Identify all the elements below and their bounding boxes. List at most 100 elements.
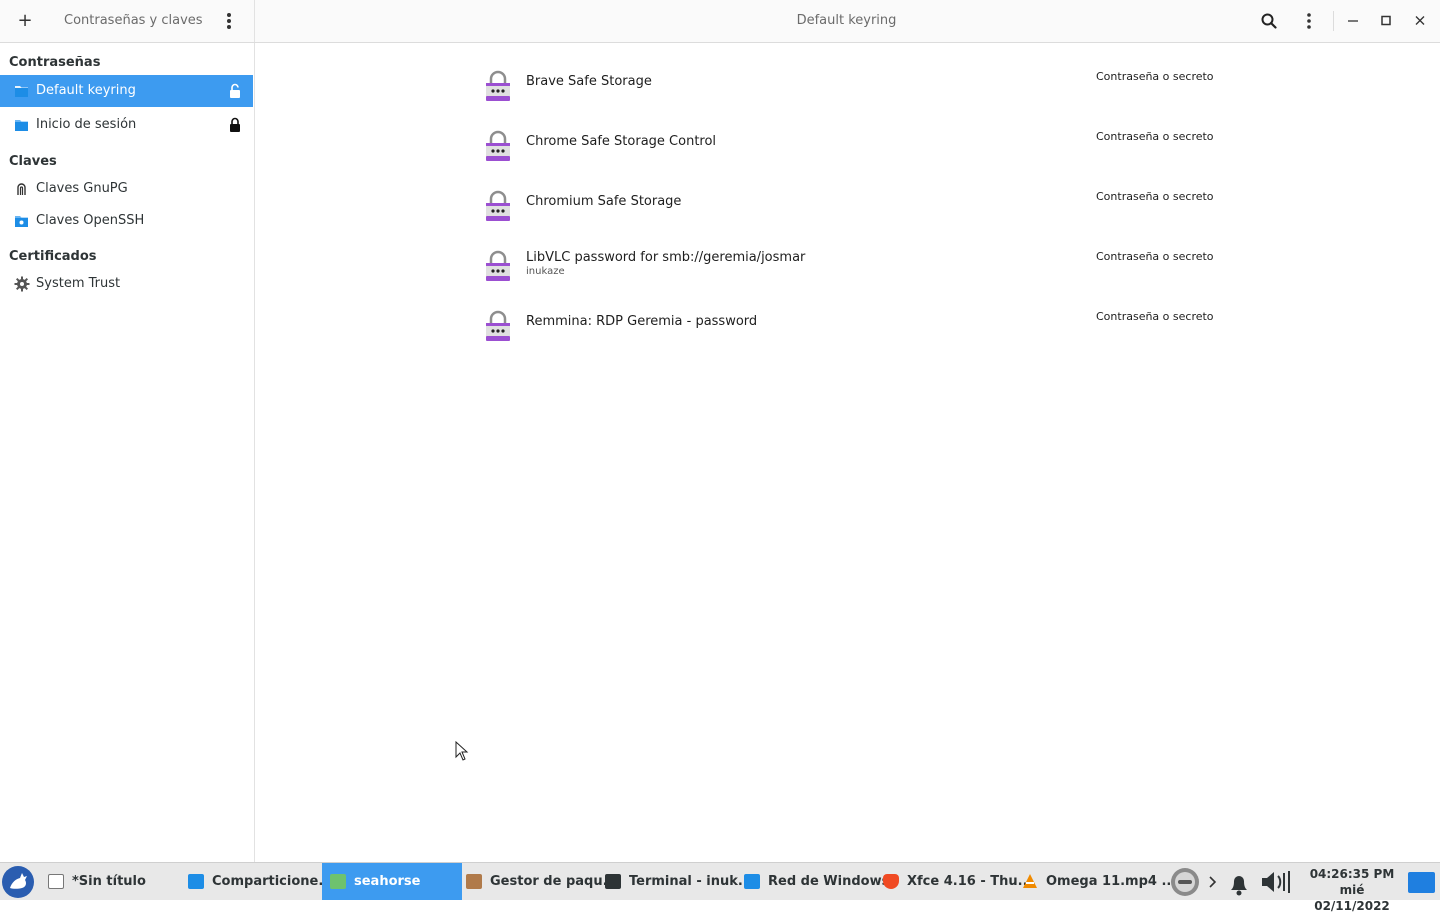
volume-icon xyxy=(1262,871,1290,893)
close-icon xyxy=(1415,16,1425,25)
terminal-icon xyxy=(605,874,621,889)
app-title: Contraseñas y claves xyxy=(64,13,203,28)
sidebar-item-openssh[interactable]: Claves OpenSSH xyxy=(0,205,253,237)
list-item-libvlc[interactable]: LibVLC password for smb://geremia/josmar… xyxy=(482,243,1222,303)
folder-icon xyxy=(15,86,28,97)
close-button[interactable] xyxy=(1405,6,1435,36)
list-item-brave[interactable]: Brave Safe Storage Contraseña o secreto xyxy=(482,63,1222,123)
folder-icon xyxy=(15,120,28,131)
network-folder-icon xyxy=(744,874,760,889)
unlocked-icon xyxy=(230,83,240,98)
tray-avatar[interactable] xyxy=(1168,863,1202,900)
sidebar: Contraseñas Default keyring Inicio de se… xyxy=(0,43,255,862)
kebab-menu-icon xyxy=(227,13,231,29)
password-lock-icon xyxy=(486,190,510,221)
task-comparticiones[interactable]: Comparticione... xyxy=(180,863,333,900)
tray-notifications[interactable] xyxy=(1222,863,1256,900)
entry-name: Chrome Safe Storage Control xyxy=(526,134,717,149)
task-label: Omega 11.mp4 ... xyxy=(1046,874,1177,889)
sidebar-item-system-trust[interactable]: System Trust xyxy=(0,268,253,300)
show-desktop-button[interactable] xyxy=(1408,872,1435,893)
section-title-certificates: Certificados xyxy=(9,249,97,264)
mouse-pointer-icon xyxy=(455,741,469,761)
bell-icon xyxy=(1231,876,1247,896)
minimize-button[interactable] xyxy=(1338,6,1368,36)
entry-kind: Contraseña o secreto xyxy=(1096,250,1214,263)
seahorse-icon xyxy=(330,874,346,889)
entry-kind: Contraseña o secreto xyxy=(1096,190,1214,203)
sidebar-item-default-keyring[interactable]: Default keyring xyxy=(0,75,253,107)
vlc-icon xyxy=(1023,874,1037,888)
task-label: *Sin título xyxy=(72,874,146,889)
clock-time: 04:26:35 PM xyxy=(1309,867,1395,881)
sidebar-item-label: System Trust xyxy=(36,276,121,291)
password-lock-icon xyxy=(486,70,510,101)
package-manager-icon xyxy=(466,874,482,889)
sidebar-item-login[interactable]: Inicio de sesión xyxy=(0,109,253,141)
kebab-menu-icon xyxy=(1307,13,1311,29)
password-lock-icon xyxy=(486,310,510,341)
sidebar-item-label: Default keyring xyxy=(36,83,136,98)
header-sidebar-part: + Contraseñas y claves xyxy=(0,0,255,42)
entry-name: Brave Safe Storage xyxy=(526,74,652,89)
entry-kind: Contraseña o secreto xyxy=(1096,310,1214,323)
task-sin-titulo[interactable]: *Sin título xyxy=(40,863,182,900)
whisker-menu-button[interactable] xyxy=(2,866,34,898)
password-lock-icon xyxy=(486,130,510,161)
user-avatar-icon xyxy=(1171,868,1199,896)
task-vlc[interactable]: Omega 11.mp4 ... xyxy=(1014,863,1176,900)
password-list: Brave Safe Storage Contraseña o secreto … xyxy=(256,43,1440,862)
list-item-remmina[interactable]: Remmina: RDP Geremia - password Contrase… xyxy=(482,303,1222,363)
section-title-passwords: Contraseñas xyxy=(9,55,101,70)
task-seahorse[interactable]: seahorse xyxy=(322,863,462,900)
brave-browser-icon xyxy=(883,874,899,889)
task-label: Terminal - inuk... xyxy=(629,874,753,889)
task-label: seahorse xyxy=(354,874,421,889)
tray-expander[interactable] xyxy=(1204,863,1222,900)
gear-icon xyxy=(14,276,30,292)
task-gestor-paquetes[interactable]: Gestor de paqu... xyxy=(458,863,617,900)
task-brave[interactable]: Xfce 4.16 - Thu... xyxy=(875,863,1032,900)
xfce-mouse-icon xyxy=(10,873,27,889)
task-label: Red de Windows xyxy=(768,874,890,889)
task-terminal[interactable]: Terminal - inuk... xyxy=(597,863,753,900)
entry-name: Chromium Safe Storage xyxy=(526,194,682,209)
section-title-keys: Claves xyxy=(9,154,57,169)
keyring-menu-button[interactable] xyxy=(1294,6,1324,36)
search-icon xyxy=(1261,13,1277,29)
sidebar-item-label: Claves OpenSSH xyxy=(36,213,145,228)
maximize-button[interactable] xyxy=(1371,6,1401,36)
entry-username: inukaze xyxy=(526,266,565,277)
sidebar-item-label: Inicio de sesión xyxy=(36,117,137,132)
header-separator xyxy=(1333,11,1334,31)
list-item-chromium[interactable]: Chromium Safe Storage Contraseña o secre… xyxy=(482,183,1222,243)
text-editor-icon xyxy=(48,874,64,889)
sharing-icon xyxy=(188,874,204,889)
list-item-chrome[interactable]: Chrome Safe Storage Control Contraseña o… xyxy=(482,123,1222,183)
task-label: Comparticione... xyxy=(212,874,334,889)
minimize-icon xyxy=(1348,20,1358,22)
clock-date: mié 02/11/2022 xyxy=(1314,883,1390,913)
sidebar-item-gnupg[interactable]: Claves GnuPG xyxy=(0,173,253,205)
gnupg-icon xyxy=(17,183,26,195)
entry-name: LibVLC password for smb://geremia/josmar xyxy=(526,250,806,265)
entry-name: Remmina: RDP Geremia - password xyxy=(526,314,758,329)
tray-volume[interactable] xyxy=(1258,863,1294,900)
entry-kind: Contraseña o secreto xyxy=(1096,130,1214,143)
app-menu-button[interactable] xyxy=(214,6,244,36)
taskbar: *Sin título Comparticione... seahorse Ge… xyxy=(0,862,1440,913)
keyring-title: Default keyring xyxy=(796,13,897,28)
ssh-folder-icon xyxy=(15,216,28,227)
maximize-icon xyxy=(1381,15,1391,26)
header-bar: + Contraseñas y claves Default keyring xyxy=(0,0,1440,43)
password-lock-icon xyxy=(486,250,510,281)
seahorse-window: + Contraseñas y claves Default keyring C… xyxy=(0,0,1440,862)
chevron-right-icon xyxy=(1209,876,1217,888)
locked-icon xyxy=(230,117,240,132)
entry-kind: Contraseña o secreto xyxy=(1096,70,1214,83)
sidebar-item-label: Claves GnuPG xyxy=(36,181,128,196)
add-button[interactable]: + xyxy=(10,6,40,36)
clock[interactable]: 04:26:35 PM mié 02/11/2022 xyxy=(1300,866,1404,914)
search-button[interactable] xyxy=(1254,6,1284,36)
task-red-windows[interactable]: Red de Windows xyxy=(736,863,889,900)
